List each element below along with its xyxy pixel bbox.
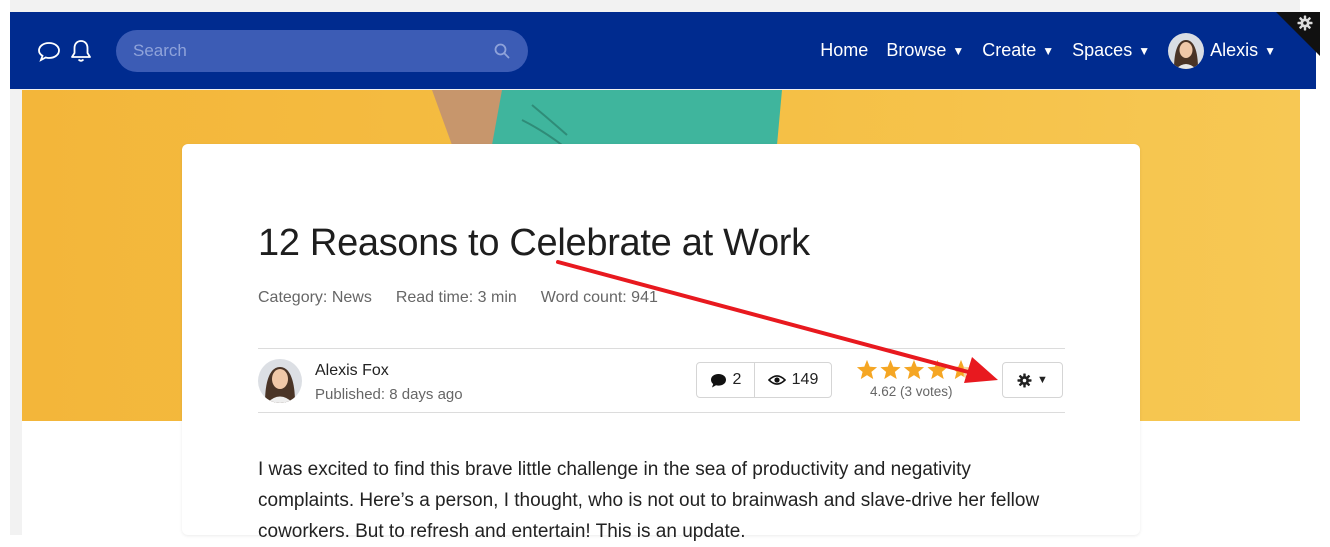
search-input[interactable] [116, 30, 493, 72]
caret-down-icon: ▼ [1037, 374, 1048, 386]
comment-icon [710, 373, 726, 387]
search-box [116, 30, 528, 72]
rating-summary: 4.62 (3 votes) [870, 384, 953, 399]
bell-icon[interactable] [68, 38, 94, 64]
read-time-label: Read time: 3 min [395, 289, 517, 306]
article-title: 12 Reasons to Celebrate at Work [258, 222, 810, 264]
nav-item-label: Home [820, 40, 869, 60]
star-fill [880, 360, 901, 379]
search-icon[interactable] [493, 42, 511, 60]
views-count: 149 [755, 363, 831, 397]
divider [258, 348, 1065, 349]
nav-item-spaces[interactable]: Spaces ▼ [1072, 40, 1150, 61]
article-body: I was excited to find this brave little … [258, 459, 1040, 542]
gear-icon[interactable] [1297, 15, 1313, 31]
views-value: 149 [791, 371, 819, 388]
word-count-label: Word count: 941 [540, 289, 658, 306]
eye-icon [767, 375, 786, 385]
nav-item-home[interactable]: Home [820, 40, 868, 61]
nav-item-create[interactable]: Create ▼ [982, 40, 1054, 61]
nav-item-label: Browse [886, 40, 947, 60]
star-fill [857, 360, 877, 379]
author-name[interactable]: Alexis Fox [315, 362, 389, 380]
top-navbar: Home Browse ▼ Create ▼ Spaces ▼ Alexis ▼ [10, 12, 1316, 89]
caret-down-icon: ▼ [1138, 43, 1151, 58]
main-nav: Home Browse ▼ Create ▼ Spaces ▼ Alexis ▼ [820, 12, 1276, 89]
caret-down-icon: ▼ [1264, 43, 1276, 58]
category-label: Category: News [258, 289, 372, 306]
caret-down-icon: ▼ [1042, 43, 1055, 58]
caret-down-icon: ▼ [952, 43, 965, 58]
hero-image [432, 90, 782, 145]
user-name: Alexis [1210, 40, 1259, 60]
speech-bubble-icon[interactable] [36, 38, 62, 64]
comments-value: 2 [732, 371, 742, 388]
nav-item-browse[interactable]: Browse ▼ [886, 40, 964, 61]
article-meta: Category: News Read time: 3 min Word cou… [258, 289, 658, 307]
nav-item-label: Spaces [1072, 40, 1133, 60]
nav-item-label: Create [982, 40, 1037, 60]
star-fill [904, 360, 924, 379]
stats-group: 2 149 [696, 362, 832, 398]
author-avatar[interactable] [258, 359, 302, 403]
article-actions-button[interactable]: ▼ [1002, 362, 1063, 398]
user-menu[interactable]: Alexis ▼ [1168, 32, 1276, 69]
divider [258, 412, 1065, 413]
published-date: Published: 8 days ago [315, 386, 463, 403]
avatar [1168, 32, 1205, 69]
star-rating[interactable] [856, 359, 974, 381]
star-fill [927, 360, 948, 379]
comments-count[interactable]: 2 [697, 363, 755, 397]
gear-icon [1017, 372, 1032, 388]
article-card: 12 Reasons to Celebrate at Work Category… [182, 144, 1140, 542]
